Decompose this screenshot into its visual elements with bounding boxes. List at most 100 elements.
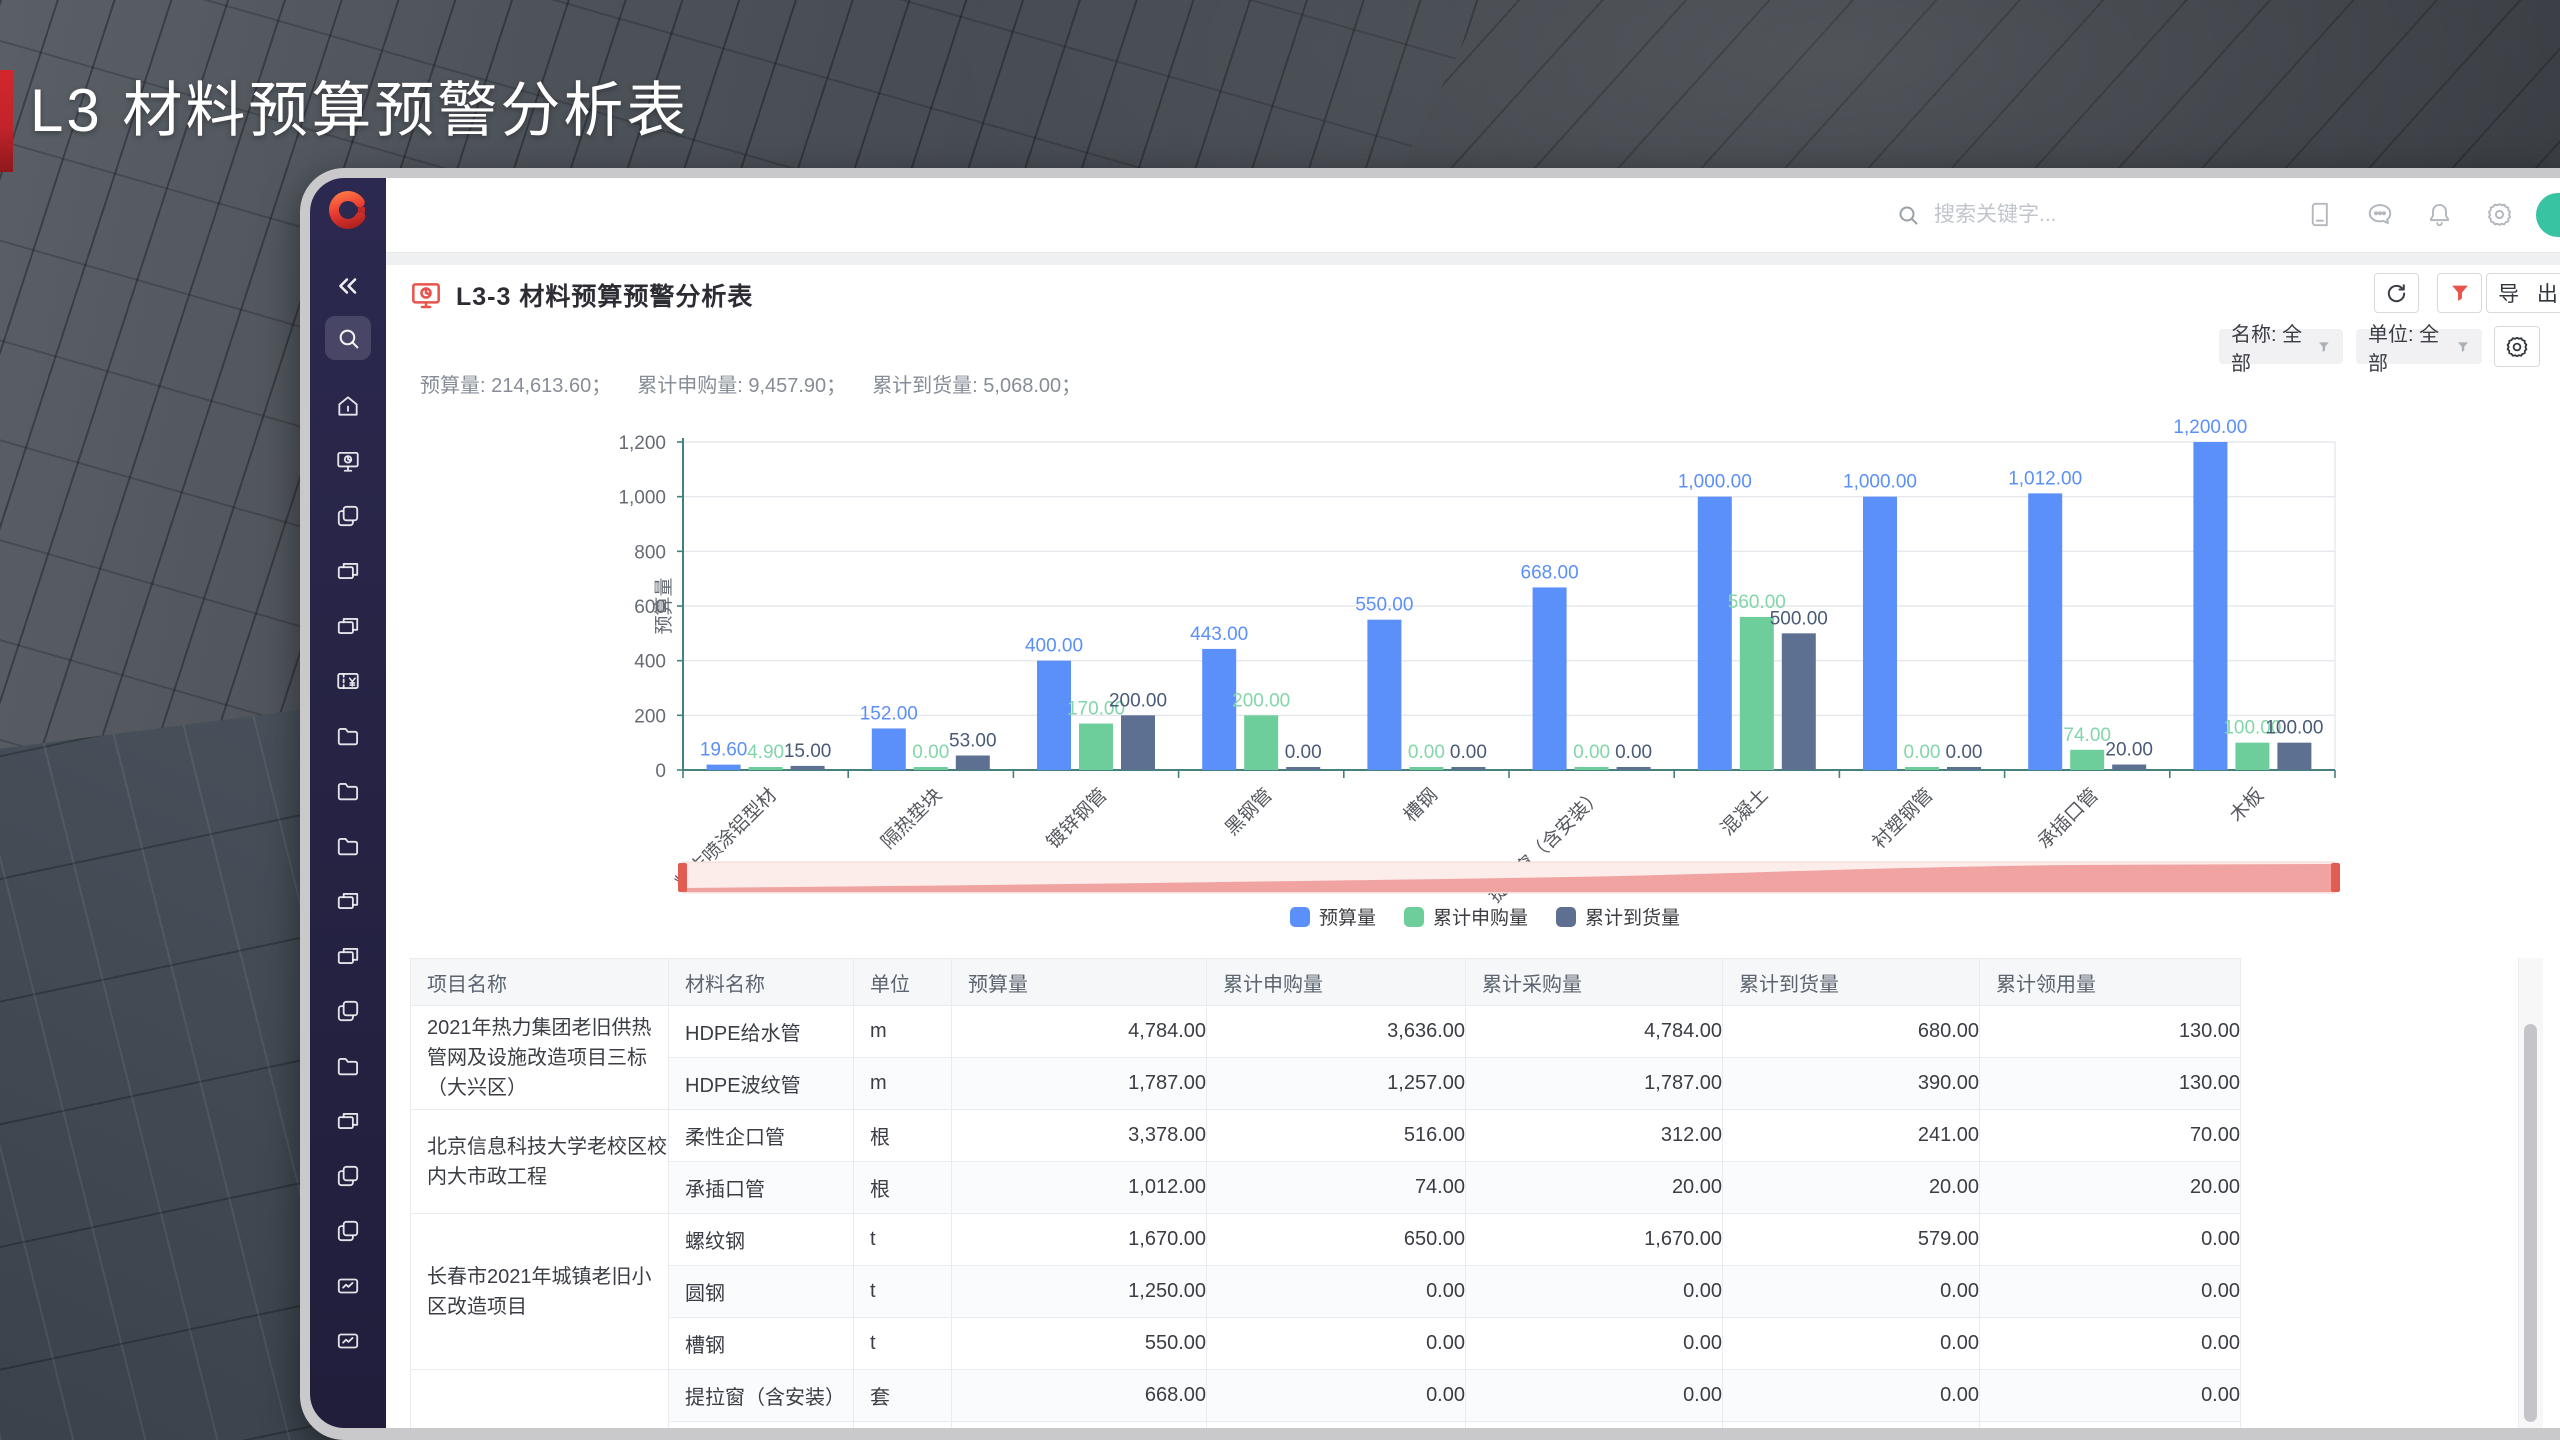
value-cell[interactable]: 1,257.00 [1207, 1058, 1466, 1110]
filter-button[interactable] [2437, 273, 2482, 313]
sidebar-item-report-icon[interactable] [310, 1258, 386, 1313]
value-cell[interactable]: 70.00 [1980, 1110, 2241, 1162]
value-cell[interactable]: 1,787.00 [952, 1058, 1207, 1110]
column-settings-button[interactable] [2494, 326, 2540, 367]
brush-handle-right[interactable] [2331, 863, 2340, 892]
sidebar-search-button[interactable] [325, 316, 371, 360]
sidebar-item-copy-icon[interactable] [310, 983, 386, 1038]
value-cell[interactable]: 20.00 [1723, 1162, 1980, 1214]
value-cell[interactable]: 130.00 [1980, 1058, 2241, 1110]
bar[interactable] [1947, 767, 1981, 770]
value-cell[interactable]: 0.00 [1980, 1318, 2241, 1370]
value-cell[interactable]: 0.00 [1466, 1318, 1723, 1370]
value-cell[interactable]: 0.00 [1466, 1266, 1723, 1318]
value-cell[interactable]: 0.00 [1723, 1370, 1980, 1422]
sidebar-item-folder-icon[interactable] [310, 818, 386, 873]
bar[interactable] [1905, 767, 1939, 770]
bar[interactable] [2070, 750, 2104, 770]
value-cell[interactable]: 0.00 [1466, 1370, 1723, 1422]
brush-handle-left[interactable] [678, 863, 687, 892]
bar[interactable] [1409, 767, 1443, 770]
value-cell[interactable]: 1,787.00 [1466, 1058, 1723, 1110]
value-cell[interactable]: 668.00 [952, 1370, 1207, 1422]
sidebar-item-windows-icon[interactable] [310, 1093, 386, 1148]
bar[interactable] [1202, 649, 1236, 770]
sidebar-item-copy-icon[interactable] [310, 488, 386, 543]
bar[interactable] [1244, 715, 1278, 770]
bar[interactable] [1079, 724, 1113, 770]
bar[interactable] [1451, 767, 1485, 770]
legend-item[interactable]: 预算量 [1290, 903, 1376, 930]
value-cell[interactable]: 0.00 [1207, 1266, 1466, 1318]
value-cell[interactable]: 20.00 [1980, 1162, 2241, 1214]
sidebar-item-dashboard-icon[interactable] [310, 433, 386, 488]
value-cell[interactable]: 390.00 [1723, 1058, 1980, 1110]
sidebar-item-windows-icon[interactable] [310, 873, 386, 928]
value-cell[interactable]: 312.00 [1466, 1110, 1723, 1162]
bar[interactable] [1367, 620, 1401, 770]
value-cell[interactable]: 516.00 [1207, 1110, 1466, 1162]
sidebar-item-folder-icon[interactable] [310, 1038, 386, 1093]
value-cell[interactable]: 4,784.00 [952, 1006, 1207, 1058]
app-logo-icon[interactable] [325, 187, 371, 233]
bar[interactable] [1740, 617, 1774, 770]
value-cell[interactable]: 1,250.00 [952, 1266, 1207, 1318]
bar[interactable] [2235, 743, 2269, 770]
value-cell[interactable]: 4,784.00 [1466, 1006, 1723, 1058]
sidebar-collapse-button[interactable] [310, 266, 386, 306]
value-cell[interactable]: 130.00 [1980, 1006, 2241, 1058]
avatar[interactable] [2536, 193, 2560, 237]
sidebar-item-copy-icon[interactable] [310, 1203, 386, 1258]
bar[interactable] [914, 767, 948, 770]
value-cell[interactable]: 650.00 [1207, 1214, 1466, 1266]
value-cell[interactable]: 0.00 [1980, 1214, 2241, 1266]
sidebar-item-report-icon[interactable] [310, 1313, 386, 1368]
value-cell[interactable]: 0.00 [1723, 1318, 1980, 1370]
bar[interactable] [956, 756, 990, 770]
sidebar-item-windows-icon[interactable] [310, 543, 386, 598]
refresh-button[interactable] [2374, 273, 2419, 313]
bar[interactable] [2112, 765, 2146, 770]
bar[interactable] [1121, 715, 1155, 770]
value-cell[interactable]: 3,378.00 [952, 1110, 1207, 1162]
sidebar-item-folder-icon[interactable] [310, 708, 386, 763]
filter-chip-name[interactable]: 名称: 全部 [2219, 329, 2343, 364]
value-cell[interactable]: 680.00 [1723, 1006, 1980, 1058]
sidebar-item-windows-icon[interactable] [310, 598, 386, 653]
sidebar-item-copy-icon[interactable] [310, 1148, 386, 1203]
bar[interactable] [2193, 442, 2227, 770]
value-cell[interactable]: 0.00 [1980, 1370, 2241, 1422]
bar[interactable] [1575, 767, 1609, 770]
bar[interactable] [1782, 633, 1816, 770]
bar[interactable] [872, 728, 906, 770]
bar[interactable] [1286, 767, 1320, 770]
value-cell[interactable]: 74.00 [1207, 1162, 1466, 1214]
value-cell[interactable]: 1,012.00 [952, 1162, 1207, 1214]
value-cell[interactable]: 550.00 [952, 1318, 1207, 1370]
bar[interactable] [1617, 767, 1651, 770]
value-cell[interactable]: 3,636.00 [1207, 1006, 1466, 1058]
bar[interactable] [707, 765, 741, 770]
bar[interactable] [1533, 587, 1567, 770]
value-cell[interactable]: 0.00 [1723, 1266, 1980, 1318]
topbar-gear-icon[interactable] [2486, 201, 2514, 229]
topbar-bell-icon[interactable] [2426, 201, 2454, 229]
bar[interactable] [749, 767, 783, 770]
bar[interactable] [1863, 497, 1897, 770]
topbar-chat-icon[interactable] [2366, 201, 2394, 229]
value-cell[interactable]: 20.00 [1466, 1162, 1723, 1214]
sidebar-item-windows-icon[interactable] [310, 928, 386, 983]
value-cell[interactable]: 1,670.00 [1466, 1214, 1723, 1266]
bar[interactable] [1698, 497, 1732, 770]
filter-chip-unit[interactable]: 单位: 全部 [2356, 329, 2482, 364]
scrollbar-thumb[interactable] [2524, 1024, 2537, 1422]
value-cell[interactable]: 0.00 [1980, 1266, 2241, 1318]
sidebar-item-invoice-icon[interactable] [310, 653, 386, 708]
sidebar-item-folder-icon[interactable] [310, 763, 386, 818]
value-cell[interactable]: 1,670.00 [952, 1214, 1207, 1266]
value-cell[interactable]: 579.00 [1723, 1214, 1980, 1266]
legend-item[interactable]: 累计申购量 [1404, 903, 1528, 930]
search-input[interactable] [1932, 202, 2176, 228]
bar[interactable] [791, 766, 825, 770]
topbar-book-icon[interactable] [2306, 201, 2334, 229]
